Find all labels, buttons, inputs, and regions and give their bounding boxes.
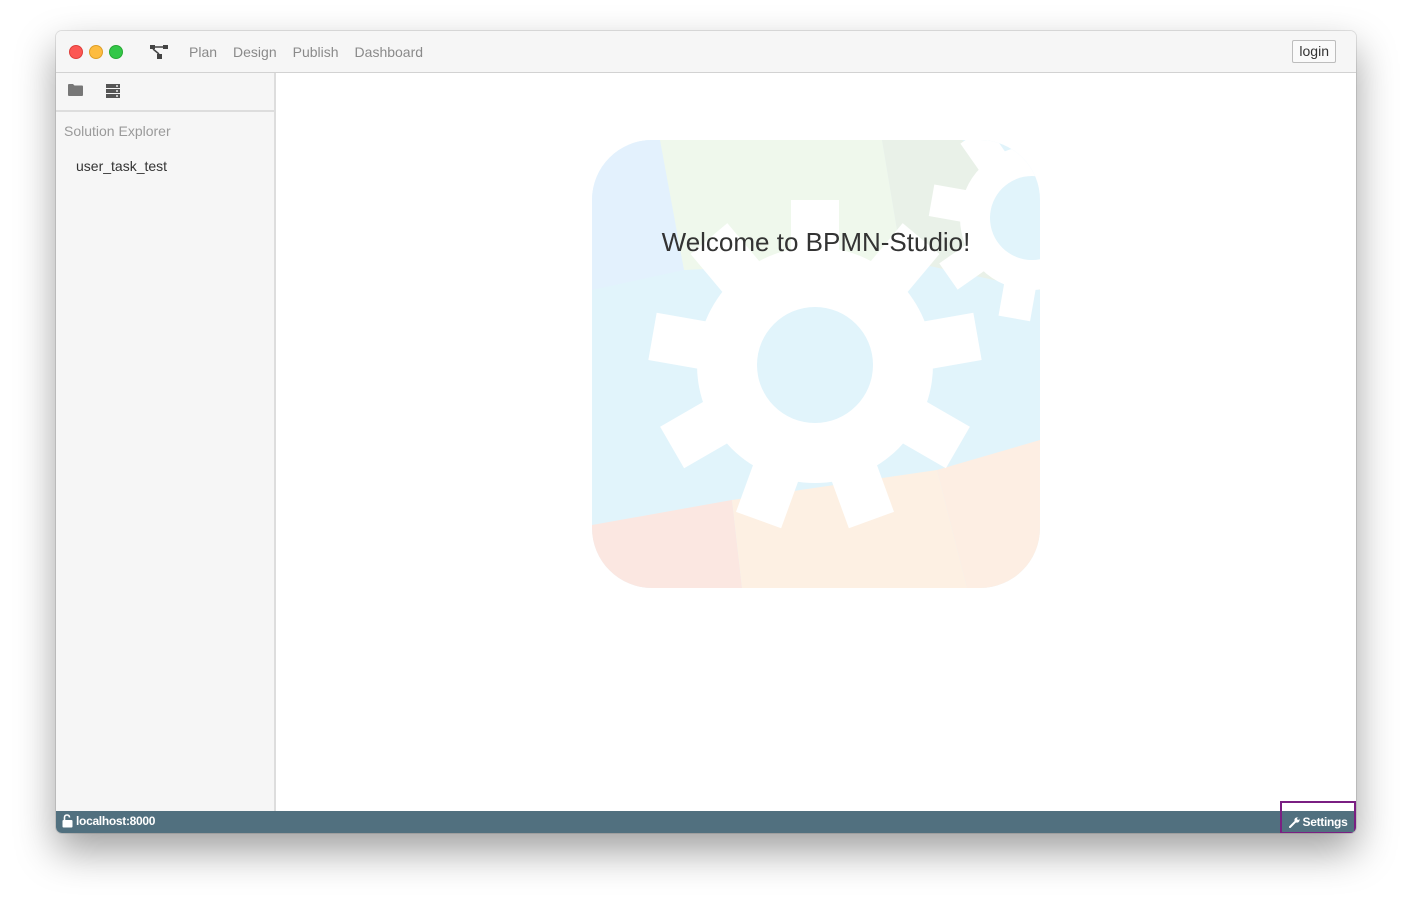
- title-bar: Plan Design Publish Dashboard login: [56, 31, 1356, 73]
- app-window: Plan Design Publish Dashboard login Solu…: [56, 31, 1356, 833]
- folder-icon[interactable]: [68, 84, 83, 96]
- main-nav: Plan Design Publish Dashboard: [189, 44, 423, 60]
- nav-plan[interactable]: Plan: [189, 44, 217, 60]
- unlock-icon: [62, 814, 73, 828]
- close-window-button[interactable]: [69, 45, 83, 59]
- process-diagram-icon[interactable]: [149, 44, 169, 60]
- bpmn-studio-logo-background: [592, 140, 1040, 588]
- settings-label: Settings: [1302, 815, 1348, 829]
- sidebar: Solution Explorer user_task_test: [56, 73, 276, 811]
- solution-item[interactable]: user_task_test: [56, 139, 274, 174]
- status-bar: localhost:8000 Settings: [56, 801, 1356, 833]
- nav-publish[interactable]: Publish: [293, 44, 339, 60]
- solution-explorer-title: Solution Explorer: [64, 123, 171, 139]
- settings-button[interactable]: Settings: [1280, 801, 1356, 833]
- server-host-label: localhost:8000: [76, 814, 156, 828]
- nav-dashboard[interactable]: Dashboard: [355, 44, 424, 60]
- server-connection[interactable]: localhost:8000: [62, 814, 155, 828]
- login-button[interactable]: login: [1292, 40, 1336, 63]
- server-icon[interactable]: [106, 84, 120, 98]
- maximize-window-button[interactable]: [109, 45, 123, 59]
- nav-design[interactable]: Design: [233, 44, 277, 60]
- minimize-window-button[interactable]: [89, 45, 103, 59]
- sidebar-toolbar: [56, 73, 274, 112]
- welcome-heading: Welcome to BPMN-Studio!: [661, 227, 971, 257]
- main-content: Welcome to BPMN-Studio!: [276, 73, 1356, 811]
- wrench-icon: [1288, 816, 1300, 828]
